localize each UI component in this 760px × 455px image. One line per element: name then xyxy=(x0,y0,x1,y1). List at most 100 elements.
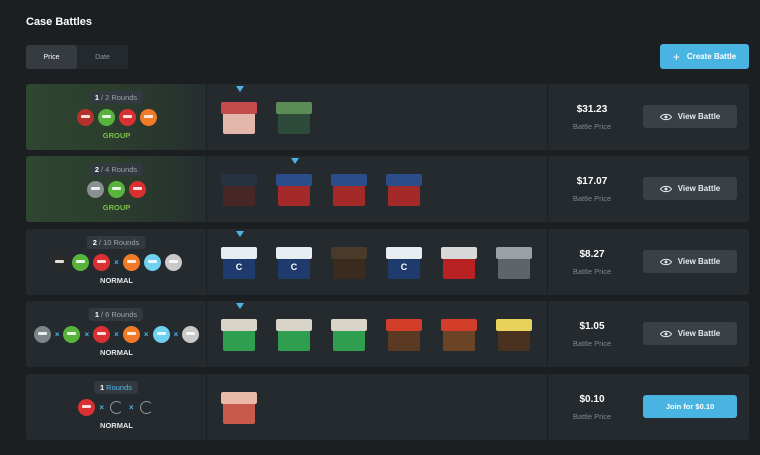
rounds-total: / 10 xyxy=(98,238,112,247)
avatar[interactable] xyxy=(143,254,161,271)
empty-slot-icon xyxy=(139,401,153,414)
case-image[interactable] xyxy=(382,315,428,355)
battle-price-section: $0.10 Battle Price Join for $0.10 xyxy=(548,374,749,440)
battle-action-label: View Battle xyxy=(677,184,721,193)
battle-row[interactable]: 1/ 2 Rounds GROUP $31.23 Battle Price View Ba… xyxy=(26,84,749,150)
versus-icon: × xyxy=(54,330,60,339)
create-battle-label: Create Battle xyxy=(686,52,737,61)
avatar[interactable] xyxy=(87,181,104,198)
case-image[interactable] xyxy=(217,98,263,138)
page-title: Case Battles xyxy=(26,16,93,28)
avatar[interactable] xyxy=(164,254,182,271)
battle-price-caption: Battle Price xyxy=(572,267,612,276)
avatar[interactable] xyxy=(122,254,140,271)
view-battle-button[interactable]: View Battle xyxy=(643,250,737,273)
avatar[interactable] xyxy=(118,109,136,126)
eye-icon xyxy=(659,258,672,265)
rounds-current: 1 xyxy=(94,93,99,102)
avatar[interactable] xyxy=(72,254,90,271)
case-image[interactable] xyxy=(437,315,483,355)
battle-price: $0.10 xyxy=(579,394,605,405)
case-image[interactable] xyxy=(327,243,373,283)
battle-action-label: Join for $0.10 xyxy=(665,402,715,411)
case-image[interactable] xyxy=(327,315,373,355)
avatar[interactable] xyxy=(182,326,200,343)
case-image[interactable] xyxy=(492,243,538,283)
avatar[interactable] xyxy=(63,326,81,343)
battle-players: 1 Rounds × × NORMAL xyxy=(26,374,207,440)
case-image[interactable] xyxy=(272,98,318,138)
battle-row[interactable]: 2/ 4 Rounds GROUP $17.07 Battle Price View Ba… xyxy=(26,156,749,222)
create-battle-button[interactable]: + Create Battle xyxy=(660,44,749,69)
rounds-total: / 4 xyxy=(100,165,110,174)
case-image[interactable] xyxy=(272,315,318,355)
rounds-badge: 1/ 6 Rounds xyxy=(88,308,144,321)
avatar[interactable] xyxy=(97,109,115,126)
case-image[interactable] xyxy=(327,170,373,210)
join-battle-button[interactable]: Join for $0.10 xyxy=(643,395,737,418)
rounds-suffix: Rounds xyxy=(113,238,140,247)
rounds-current: 1 xyxy=(94,310,99,319)
case-image[interactable]: C xyxy=(272,243,318,283)
battle-players: 1/ 2 Rounds GROUP xyxy=(26,84,207,150)
eye-icon xyxy=(659,113,672,120)
case-list xyxy=(217,98,327,138)
case-image[interactable] xyxy=(272,170,318,210)
battle-row[interactable]: 1/ 6 Rounds × × × × × NORMAL $1.05 Battle Price Vi… xyxy=(26,301,749,367)
avatar[interactable] xyxy=(108,181,125,198)
case-image[interactable] xyxy=(217,315,263,355)
rounds-current: 2 xyxy=(94,165,99,174)
player-list: × × xyxy=(26,399,207,416)
avatar[interactable] xyxy=(51,254,69,271)
battle-price-section: $31.23 Battle Price View Battle xyxy=(548,84,749,150)
case-image[interactable] xyxy=(437,243,483,283)
avatar[interactable] xyxy=(78,399,96,416)
rounds-total: / 6 xyxy=(100,310,110,319)
avatar[interactable] xyxy=(139,109,157,126)
case-image[interactable] xyxy=(382,170,428,210)
current-case-marker-icon xyxy=(291,158,299,164)
case-image[interactable] xyxy=(492,315,538,355)
versus-icon: × xyxy=(114,258,119,267)
avatar[interactable] xyxy=(152,326,170,343)
avatar[interactable] xyxy=(122,326,140,343)
battle-cases: CCC xyxy=(207,229,548,295)
avatar[interactable] xyxy=(33,326,51,343)
case-list: CCC xyxy=(217,243,547,283)
battle-players: 2/ 4 Rounds GROUP xyxy=(26,156,207,222)
battle-row[interactable]: 1 Rounds × × NORMAL $0.10 Battle Price Join for… xyxy=(26,374,749,440)
rounds-current: 1 xyxy=(99,383,105,392)
avatar[interactable] xyxy=(93,326,111,343)
view-battle-button[interactable]: View Battle xyxy=(643,322,737,345)
battle-cases xyxy=(207,374,548,440)
view-battle-button[interactable]: View Battle xyxy=(643,177,737,200)
versus-icon: × xyxy=(143,330,149,339)
case-image[interactable] xyxy=(217,170,263,210)
case-image[interactable]: C xyxy=(382,243,428,283)
player-list: × xyxy=(26,254,207,271)
case-image[interactable] xyxy=(217,388,263,428)
rounds-badge: 1 Rounds xyxy=(93,381,139,394)
case-image[interactable]: C xyxy=(217,243,263,283)
eye-icon xyxy=(659,330,672,337)
avatar[interactable] xyxy=(129,181,146,198)
versus-icon: × xyxy=(114,330,119,339)
avatar[interactable] xyxy=(93,254,111,271)
sort-tab-date[interactable]: Date xyxy=(77,45,128,69)
battle-price-caption: Battle Price xyxy=(572,194,612,203)
avatar[interactable] xyxy=(76,109,94,126)
rounds-current: 2 xyxy=(92,238,97,247)
player-list: × × × × × xyxy=(26,326,207,343)
versus-icon: × xyxy=(129,403,134,412)
view-battle-button[interactable]: View Battle xyxy=(643,105,737,128)
battle-mode: GROUP xyxy=(102,131,131,140)
rounds-badge: 1/ 2 Rounds xyxy=(88,91,144,104)
empty-slot-icon xyxy=(110,401,123,414)
case-logo: C xyxy=(235,262,243,272)
battle-cases xyxy=(207,156,548,222)
case-list xyxy=(217,170,437,210)
battle-action-label: View Battle xyxy=(677,329,721,338)
battle-row[interactable]: 2/ 10 Rounds × NORMAL C C C $8.27 Battle Price Vi… xyxy=(26,229,749,295)
current-case-marker-icon xyxy=(236,303,244,309)
sort-tab-price[interactable]: Price xyxy=(26,45,77,69)
